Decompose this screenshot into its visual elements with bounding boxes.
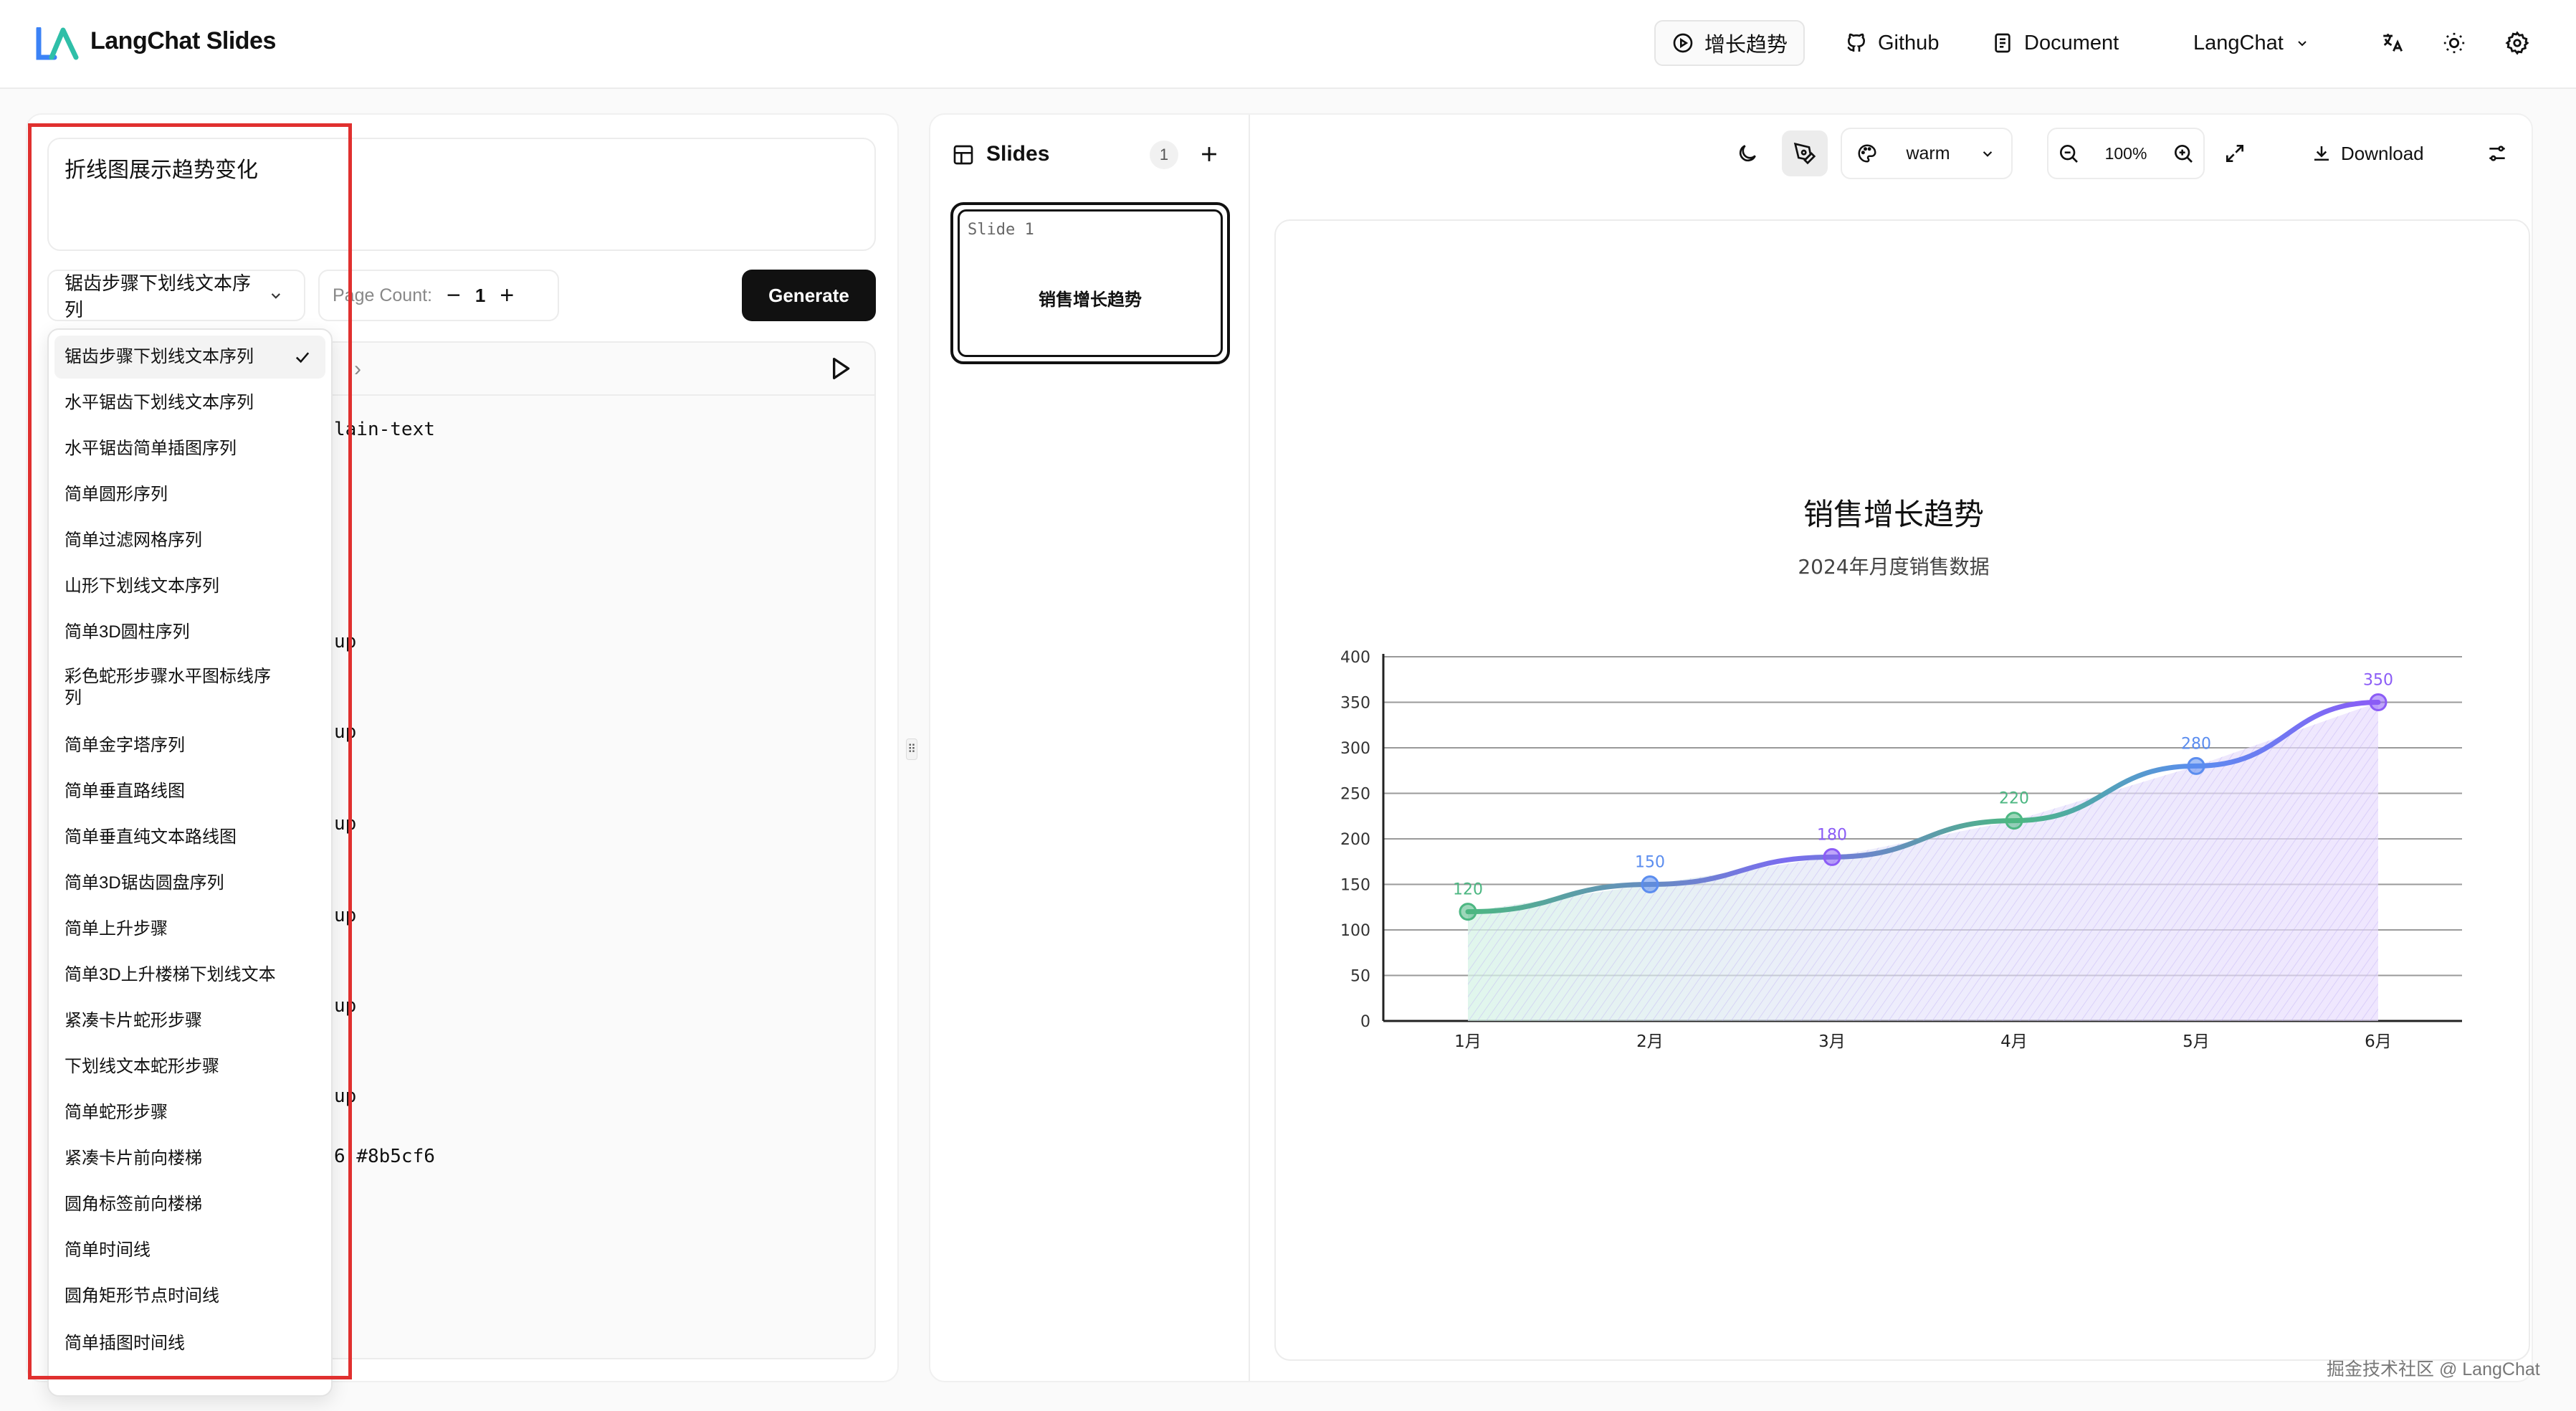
page-count-increment[interactable]: +: [500, 283, 514, 308]
data-value-label: 180: [1817, 826, 1847, 844]
data-value-label: 280: [2181, 735, 2211, 753]
play-circle-icon: [1673, 33, 1693, 53]
x-tick-label: 4月: [2000, 1032, 2028, 1051]
trend-label: 增长趋势: [1704, 34, 1788, 57]
theme-select[interactable]: warm: [1841, 128, 2013, 179]
download-label: Download: [2341, 142, 2424, 164]
theme-select-value: warm: [1906, 143, 1950, 163]
data-value-label: 120: [1453, 881, 1483, 899]
area-hatch: [1468, 702, 2378, 1021]
theme-toggle-button[interactable]: [2438, 27, 2470, 59]
layout-icon: [953, 145, 973, 165]
data-point: [2369, 693, 2387, 711]
language-button[interactable]: [2377, 27, 2408, 59]
slide-thumbnail-title: 销售增长趋势: [1039, 290, 1142, 310]
translate-icon: [2383, 34, 2403, 52]
slide-canvas: 销售增长趋势 2024年月度销售数据 0 50 100 150 200 250 300 350…: [1274, 219, 2530, 1361]
add-slide-icon[interactable]: [1197, 142, 1221, 166]
moon-icon: [1739, 145, 1756, 162]
sliders-icon: [2489, 146, 2505, 161]
brand-name: LangChat Slides: [90, 27, 276, 54]
document-label: Document: [2024, 31, 2119, 54]
panel-resize-handle[interactable]: ⠿: [906, 738, 917, 760]
page-count-stepper: Page Count: − 1 +: [318, 270, 559, 321]
y-tick-label: 200: [1340, 831, 1370, 849]
x-tick-label: 3月: [1818, 1032, 1846, 1051]
trend-button[interactable]: 增长趋势: [1654, 20, 1805, 66]
zoom-out-icon[interactable]: [2057, 142, 2080, 165]
chevron-down-icon: [1983, 151, 1993, 157]
x-tick-label: 2月: [1636, 1032, 1664, 1051]
palette-icon: [1858, 144, 1876, 163]
data-value-label: 220: [1999, 790, 2029, 808]
sales-line-chart: 销售增长趋势 2024年月度销售数据 0 50 100 150 200 250 300 350…: [1340, 497, 2462, 1051]
x-tick-label: 1月: [1454, 1032, 1482, 1051]
x-tick-label: 6月: [2365, 1032, 2392, 1051]
options-button[interactable]: [2474, 130, 2520, 176]
account-menu-button[interactable]: LangChat: [2177, 20, 2327, 66]
data-point: [1459, 903, 1477, 921]
chart-title: 销售增长趋势: [1803, 497, 1984, 532]
chevron-right-icon: ›: [354, 357, 361, 381]
zoom-level: 100%: [2104, 143, 2147, 163]
y-tick-label: 300: [1340, 740, 1370, 758]
chart-subtitle: 2024年月度销售数据: [1798, 555, 1989, 579]
y-tick-label: 250: [1340, 786, 1370, 804]
github-icon: [1847, 33, 1866, 52]
y-tick-label: 350: [1340, 695, 1370, 713]
play-icon[interactable]: [826, 354, 854, 383]
y-tick-label: 100: [1340, 922, 1370, 940]
expand-icon: [2226, 145, 2243, 162]
slides-count-badge: 1: [1150, 141, 1178, 169]
y-tick-label: 400: [1340, 649, 1370, 667]
langchat-logo-icon: [36, 27, 79, 60]
y-tick-label: 150: [1340, 877, 1370, 895]
github-link[interactable]: Github: [1829, 20, 1955, 66]
generate-button[interactable]: Generate: [742, 270, 876, 321]
data-value-label: 150: [1635, 854, 1665, 872]
pen-tool-icon: [1793, 142, 1816, 165]
slides-title: Slides: [986, 142, 1050, 166]
data-value-label: 350: [2363, 672, 2393, 690]
y-tick-label: 0: [1360, 1013, 1370, 1031]
watermark-text: 掘金技术社区 @ LangChat: [2327, 1359, 2540, 1379]
slide-thumbnail-label: Slide 1: [968, 221, 1034, 239]
document-link[interactable]: Document: [1975, 20, 2134, 66]
y-tick-label: 50: [1350, 968, 1370, 986]
x-tick-label: 5月: [2183, 1032, 2210, 1051]
fullscreen-button[interactable]: [2212, 130, 2258, 176]
document-icon: [1995, 33, 2010, 53]
data-point: [1641, 875, 1659, 893]
chevron-down-icon: [2298, 41, 2307, 47]
gear-icon: [2505, 31, 2529, 55]
sketch-style-button[interactable]: [1782, 130, 1828, 176]
data-point: [2187, 756, 2205, 775]
highlight-annotation-box: [28, 123, 352, 1379]
page-count-decrement[interactable]: −: [447, 283, 461, 308]
page-count-value: 1: [474, 284, 486, 306]
download-button[interactable]: Download: [2295, 130, 2440, 176]
zoom-in-icon[interactable]: [2172, 142, 2195, 165]
github-label: Github: [1878, 31, 1940, 54]
download-icon: [2314, 146, 2329, 161]
account-label: LangChat: [2193, 31, 2284, 54]
zoom-control: 100%: [2047, 128, 2205, 179]
dark-mode-button[interactable]: [1725, 130, 1770, 176]
data-point: [1823, 847, 1841, 866]
sun-icon: [2443, 32, 2465, 54]
settings-button[interactable]: [2501, 27, 2533, 59]
data-point: [2005, 812, 2023, 830]
